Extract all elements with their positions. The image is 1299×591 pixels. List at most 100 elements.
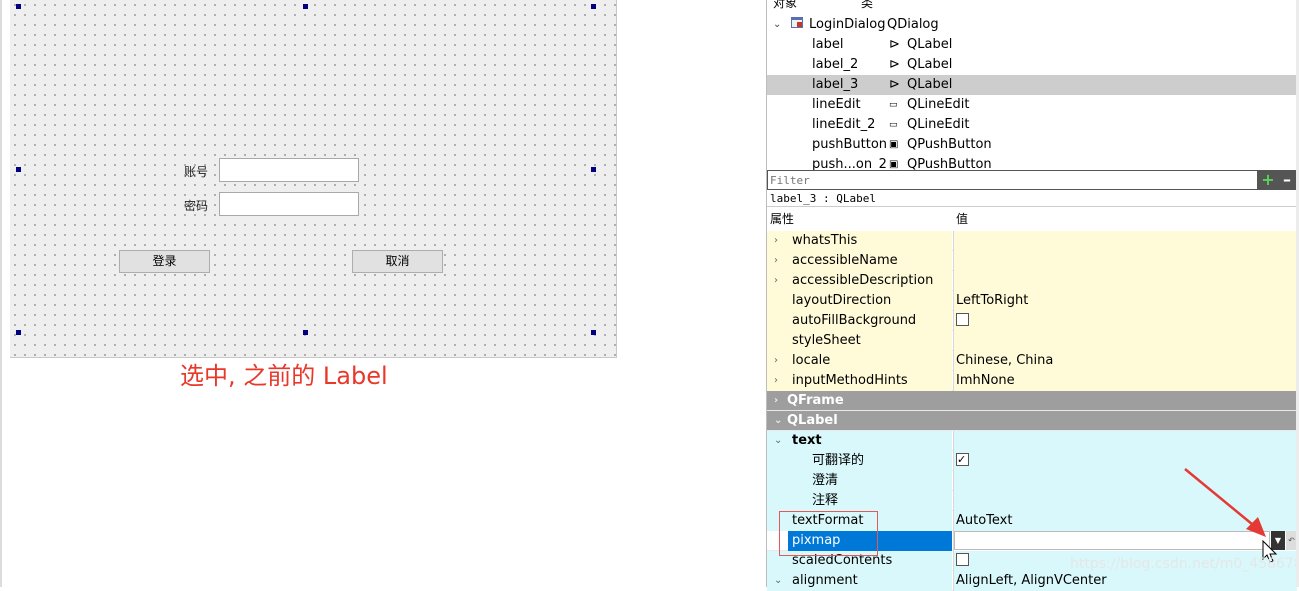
plus-icon[interactable]: +: [1259, 171, 1277, 189]
tree-row-lineedit[interactable]: lineEdit ▭ QLineEdit: [767, 95, 1297, 115]
property-value-cell[interactable]: [953, 311, 1297, 331]
property-name-cell[interactable]: layoutDirection: [767, 291, 952, 311]
property-name-cell[interactable]: › locale: [767, 351, 952, 371]
column-header-value[interactable]: 值: [956, 208, 968, 230]
tree-row-lineedit-2[interactable]: lineEdit_2 ▭ QLineEdit: [767, 115, 1297, 135]
inspector-header-object[interactable]: 对象: [773, 0, 797, 11]
tree-class-name: QLineEdit: [907, 117, 970, 132]
property-name-cell[interactable]: 可翻译的: [767, 451, 952, 471]
property-name-cell[interactable]: › accessibleDescription: [767, 271, 952, 291]
selection-handle[interactable]: [303, 330, 308, 335]
property-value-cell[interactable]: [953, 231, 1297, 251]
property-value-cell[interactable]: ImhNone: [953, 371, 1297, 391]
chevron-right-icon[interactable]: ›: [774, 271, 778, 291]
property-row[interactable]: ⌄ alignment AlignLeft, AlignVCenter: [767, 571, 1297, 591]
property-name: accessibleDescription: [792, 273, 934, 288]
property-name: layoutDirection: [792, 293, 892, 308]
property-row[interactable]: layoutDirection LeftToRight: [767, 291, 1297, 311]
tree-object-name: lineEdit: [812, 97, 861, 112]
tree-row-label[interactable]: label ⊳ QLabel: [767, 35, 1297, 55]
chevron-down-icon[interactable]: ⌄: [773, 15, 781, 35]
property-row[interactable]: › accessibleDescription: [767, 271, 1297, 291]
property-row[interactable]: ⌄ QLabel: [767, 411, 1297, 431]
property-row[interactable]: › locale Chinese, China: [767, 351, 1297, 371]
property-row[interactable]: › inputMethodHints ImhNone: [767, 371, 1297, 391]
selection-handle[interactable]: [591, 167, 596, 172]
chevron-right-icon[interactable]: ›: [774, 371, 778, 391]
filter-input[interactable]: [768, 171, 1257, 189]
property-value-cell[interactable]: [953, 251, 1297, 271]
checkbox[interactable]: [956, 553, 969, 566]
label-tag-icon: ⊳: [889, 57, 900, 72]
selection-handle[interactable]: [591, 4, 596, 9]
chevron-right-icon[interactable]: ›: [774, 391, 778, 411]
tree-class-name: QLabel: [907, 57, 953, 72]
tree-object-name: lineEdit_2: [812, 117, 876, 132]
minus-icon[interactable]: –: [1278, 171, 1296, 189]
checkbox[interactable]: [956, 450, 969, 470]
account-line-edit[interactable]: [219, 158, 359, 182]
account-label[interactable]: 账号: [184, 163, 208, 180]
property-group-name: QLabel: [787, 413, 838, 428]
property-name-cell[interactable]: › inputMethodHints: [767, 371, 952, 391]
inspector-header-class[interactable]: 类: [861, 0, 873, 11]
property-value-cell[interactable]: [953, 431, 1297, 451]
selection-handle[interactable]: [591, 330, 596, 335]
password-line-edit[interactable]: [219, 192, 359, 216]
tree-object-name: label_2: [812, 57, 859, 72]
property-name-cell[interactable]: › whatsThis: [767, 231, 952, 251]
property-name-cell[interactable]: 澄清: [767, 471, 952, 491]
password-label[interactable]: 密码: [184, 197, 208, 214]
property-value-cell[interactable]: Chinese, China: [953, 351, 1297, 371]
tree-class-name: QPushButton: [907, 157, 992, 170]
property-name-cell[interactable]: › accessibleName: [767, 251, 952, 271]
tree-row-pushbutton[interactable]: pushButton ▣ QPushButton: [767, 135, 1297, 155]
property-table-header: 属性 值: [767, 208, 1297, 230]
pushbutton-icon: ▣: [889, 159, 899, 170]
property-value-cell[interactable]: [953, 331, 1297, 351]
tree-row-label-2[interactable]: label_2 ⊳ QLabel: [767, 55, 1297, 75]
property-name-cell[interactable]: ⌄ alignment: [767, 571, 952, 591]
property-row[interactable]: › whatsThis: [767, 231, 1297, 251]
annotation-arrow: [1184, 468, 1266, 537]
chevron-right-icon[interactable]: ›: [774, 351, 778, 371]
tree-row-logindialog[interactable]: ⌄ LoginDialog QDialog: [767, 15, 1297, 35]
property-name-cell[interactable]: 注释: [767, 491, 952, 511]
property-name: 注释: [812, 493, 839, 508]
property-name-cell[interactable]: ⌄ text: [767, 431, 952, 451]
chevron-down-icon[interactable]: ⌄: [774, 411, 782, 431]
selection-handle[interactable]: [16, 4, 21, 9]
property-name: locale: [792, 353, 831, 368]
property-row[interactable]: styleSheet: [767, 331, 1297, 351]
property-name: whatsThis: [792, 233, 858, 248]
property-row[interactable]: › accessibleName: [767, 251, 1297, 271]
property-row[interactable]: ⌄ text: [767, 431, 1297, 451]
property-row[interactable]: autoFillBackground: [767, 311, 1297, 331]
watermark: https://blog.csdn.net/m0_45867846: [1070, 556, 1299, 572]
column-header-property[interactable]: 属性: [770, 208, 794, 230]
chevron-down-icon[interactable]: ⌄: [774, 571, 782, 591]
property-value-cell[interactable]: [953, 271, 1297, 291]
dialog-icon: [791, 15, 803, 35]
property-value-cell[interactable]: LeftToRight: [953, 291, 1297, 311]
selection-handle[interactable]: [16, 330, 21, 335]
tree-object-name: pushButton: [812, 137, 888, 152]
checkbox[interactable]: [956, 313, 969, 326]
login-button[interactable]: 登录: [119, 250, 210, 273]
selection-handle[interactable]: [16, 167, 21, 172]
property-name-cell[interactable]: styleSheet: [767, 331, 952, 351]
tree-class-name: QLabel: [907, 37, 953, 52]
property-row[interactable]: › QFrame: [767, 391, 1297, 411]
chevron-right-icon[interactable]: ›: [774, 251, 778, 271]
property-value: ImhNone: [956, 373, 1015, 388]
property-value-cell[interactable]: AlignLeft, AlignVCenter: [953, 571, 1297, 591]
selection-handle[interactable]: [303, 4, 308, 9]
property-name-cell[interactable]: autoFillBackground: [767, 311, 952, 331]
tree-row-pushbutton-2[interactable]: push...on_2 ▣ QPushButton: [767, 155, 1297, 170]
chevron-down-icon[interactable]: ⌄: [774, 431, 782, 451]
tree-object-name: label_3: [812, 77, 859, 92]
property-name: 澄清: [812, 473, 839, 488]
cancel-button[interactable]: 取消: [352, 250, 443, 273]
chevron-right-icon[interactable]: ›: [774, 231, 778, 251]
tree-row-label-3[interactable]: label_3 ⊳ QLabel: [767, 75, 1297, 95]
